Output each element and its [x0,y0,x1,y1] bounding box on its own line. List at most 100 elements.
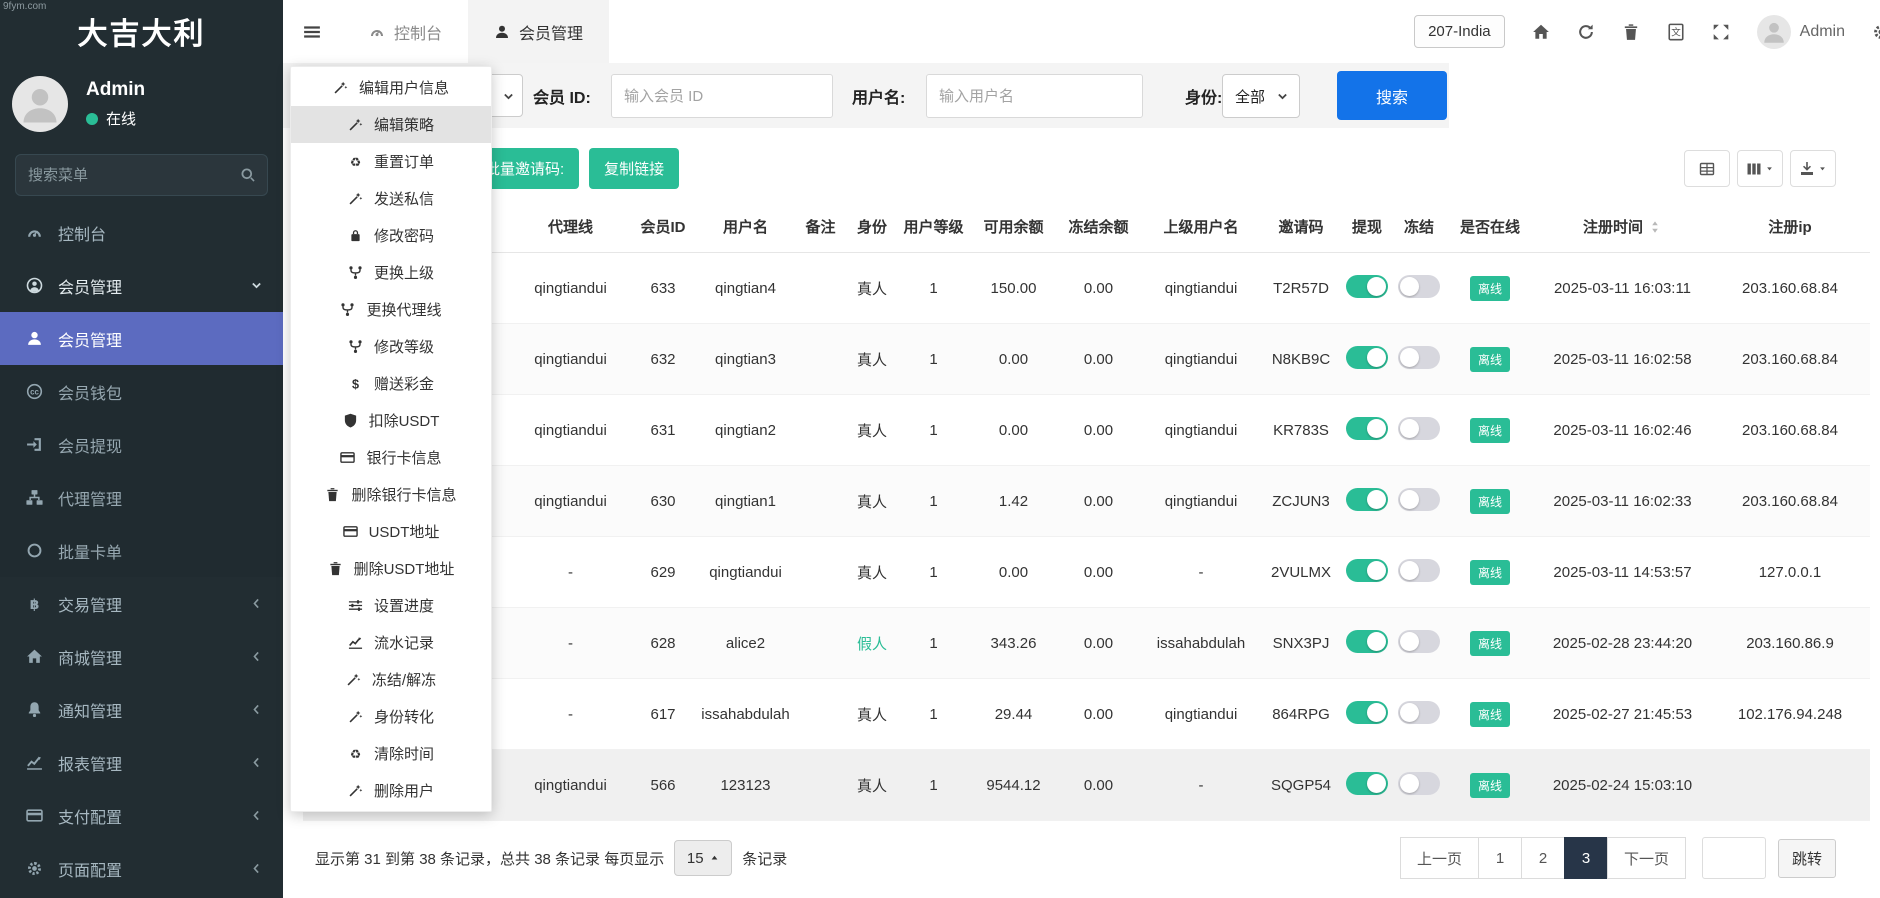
page-button-1[interactable]: 1 [1477,837,1522,879]
table-row[interactable]: qingtiandui 630 qingtian1 真人 1 1.42 0.00 qingti… [303,465,1870,537]
translate-button[interactable] [1667,23,1685,41]
topbar-user-menu[interactable]: Admin [1756,14,1845,49]
column-header[interactable]: 冻结余额 [1056,201,1141,253]
context-menu-item-change-password[interactable]: 修改密码 [291,217,491,254]
column-header[interactable]: 可用余额 [971,201,1056,253]
sidebar-item-report-manage[interactable]: 报表管理 [0,736,283,789]
freeze-toggle[interactable] [1398,771,1440,795]
withdraw-toggle[interactable] [1346,629,1388,653]
column-header[interactable]: 备注 [793,201,848,253]
context-menu-item-edit-user-info[interactable]: 编辑用户信息 [291,69,491,106]
context-menu-item-clear-time[interactable]: 清除时间 [291,735,491,772]
search-button[interactable]: 搜索 [1337,71,1447,120]
tab-console[interactable]: 控制台 [343,0,468,63]
sidebar-item-notice-manage[interactable]: 通知管理 [0,683,283,736]
column-header[interactable]: 是否在线 [1445,201,1535,253]
context-menu-item-freeze-unfreeze[interactable]: 冻结/解冻 [291,661,491,698]
identity-select[interactable]: 全部 [1222,74,1300,118]
menu-search-input[interactable] [15,154,268,196]
withdraw-toggle[interactable] [1346,487,1388,511]
tab-member-manage[interactable]: 会员管理 [468,0,610,63]
toggle-view-button[interactable] [1684,150,1730,187]
home-button[interactable] [1532,23,1550,41]
table-row[interactable]: -617 issahabdulah 真人 1 29.44 0.00 qingtiandui 8… [303,678,1870,750]
column-header[interactable]: 用户名 [698,201,793,253]
context-menu-item-edit-strategy[interactable]: 编辑策略 [291,106,491,143]
withdraw-toggle[interactable] [1346,771,1388,795]
context-menu-item-change-level[interactable]: 修改等级 [291,328,491,365]
column-header[interactable]: 用户等级 [896,201,971,253]
context-menu-item-change-agent-line[interactable]: 更换代理线 [291,291,491,328]
table-row[interactable]: qingtiandui 631 qingtian2 真人 1 0.00 0.00 qingti… [303,394,1870,466]
username-input[interactable] [926,74,1143,118]
sidebar-item-member-wallet[interactable]: 会员钱包 [0,365,283,418]
freeze-toggle[interactable] [1398,416,1440,440]
settings-button[interactable] [1872,23,1880,41]
search-icon[interactable] [240,167,256,183]
sidebar-item-console[interactable]: 控制台 [0,206,283,259]
freeze-toggle[interactable] [1398,345,1440,369]
withdraw-toggle[interactable] [1346,558,1388,582]
prev-page-button[interactable]: 上一页 [1399,837,1479,879]
sidebar-item-member-group[interactable]: 会员管理 [0,259,283,312]
column-header[interactable]: 冻结 [1393,201,1445,253]
column-header[interactable]: 注册时间 [1535,201,1710,253]
columns-button[interactable] [1737,150,1783,187]
sort-icon[interactable] [1648,220,1662,234]
clear-cache-button[interactable] [1622,23,1640,41]
copy-link-button[interactable]: 复制链接 [589,148,680,189]
context-menu-item-change-parent[interactable]: 更换上级 [291,254,491,291]
context-menu-item-gift-bonus[interactable]: 赠送彩金 [291,365,491,402]
page-button-2[interactable]: 2 [1520,837,1565,879]
context-menu-item-reset-order[interactable]: 重置订单 [291,143,491,180]
withdraw-toggle[interactable] [1346,416,1388,440]
context-menu-item-flow-record[interactable]: 流水记录 [291,624,491,661]
table-row[interactable]: qingtiandui 632 qingtian3 真人 1 0.00 0.00 qingti… [303,323,1870,395]
context-menu-item-bank-card-info[interactable]: 银行卡信息 [291,439,491,476]
column-header[interactable]: 提现 [1341,201,1393,253]
context-menu-item-delete-usdt-address[interactable]: 删除USDT地址 [291,550,491,587]
table-row[interactable]: -629 qingtiandui 真人 1 0.00 0.00-2VULMX 离线 2025-… [303,536,1870,608]
column-header[interactable]: 邀请码 [1261,201,1341,253]
sidebar-toggle-button[interactable] [283,0,343,63]
fullscreen-button[interactable] [1712,23,1730,41]
sidebar-item-member-withdraw[interactable]: 会员提现 [0,418,283,471]
context-menu-item-delete-bank-card-info[interactable]: 删除银行卡信息 [291,476,491,513]
column-header[interactable]: 会员ID [628,201,698,253]
context-menu-item-usdt-address[interactable]: USDT地址 [291,513,491,550]
column-header[interactable]: 上级用户名 [1141,201,1261,253]
sidebar-item-mall-manage[interactable]: 商城管理 [0,630,283,683]
context-menu-item-identity-convert[interactable]: 身份转化 [291,698,491,735]
withdraw-toggle[interactable] [1346,700,1388,724]
column-header[interactable]: 代理线 [513,201,628,253]
context-menu-item-deduct-usdt[interactable]: 扣除USDT [291,402,491,439]
page-size-select[interactable]: 15 [674,840,733,876]
context-menu-item-send-message[interactable]: 发送私信 [291,180,491,217]
context-menu-item-set-progress[interactable]: 设置进度 [291,587,491,624]
sidebar-item-trade-manage[interactable]: 交易管理 [0,577,283,630]
page-button-3[interactable]: 3 [1563,837,1608,879]
member-id-input[interactable] [611,74,833,118]
export-button[interactable] [1790,150,1836,187]
table-row[interactable]: qingtiandui 566 123123 真人 1 9544.12 0.00- SQGP5… [303,749,1870,821]
table-row[interactable]: qingtiandui 633 qingtian4 真人 1 150.00 0.00 qing… [303,252,1870,324]
sidebar-item-member-manage[interactable]: 会员管理 [0,312,283,365]
sidebar-item-payment-config[interactable]: 支付配置 [0,789,283,842]
site-badge[interactable]: 207-India [1414,15,1505,48]
column-header[interactable]: 注册ip [1710,201,1870,253]
jump-button[interactable]: 跳转 [1778,838,1836,878]
sidebar-item-agent-manage[interactable]: 代理管理 [0,471,283,524]
withdraw-toggle[interactable] [1346,345,1388,369]
sidebar-item-page-config[interactable]: 页面配置 [0,842,283,895]
context-menu-item-delete-user[interactable]: 删除用户 [291,772,491,809]
freeze-toggle[interactable] [1398,700,1440,724]
freeze-toggle[interactable] [1398,487,1440,511]
column-header[interactable]: 身份 [848,201,896,253]
sidebar-item-batch-order[interactable]: 批量卡单 [0,524,283,577]
jump-page-input[interactable] [1702,837,1766,879]
freeze-toggle[interactable] [1398,558,1440,582]
freeze-toggle[interactable] [1398,629,1440,653]
next-page-button[interactable]: 下一页 [1606,837,1686,879]
refresh-button[interactable] [1577,23,1595,41]
withdraw-toggle[interactable] [1346,274,1388,298]
